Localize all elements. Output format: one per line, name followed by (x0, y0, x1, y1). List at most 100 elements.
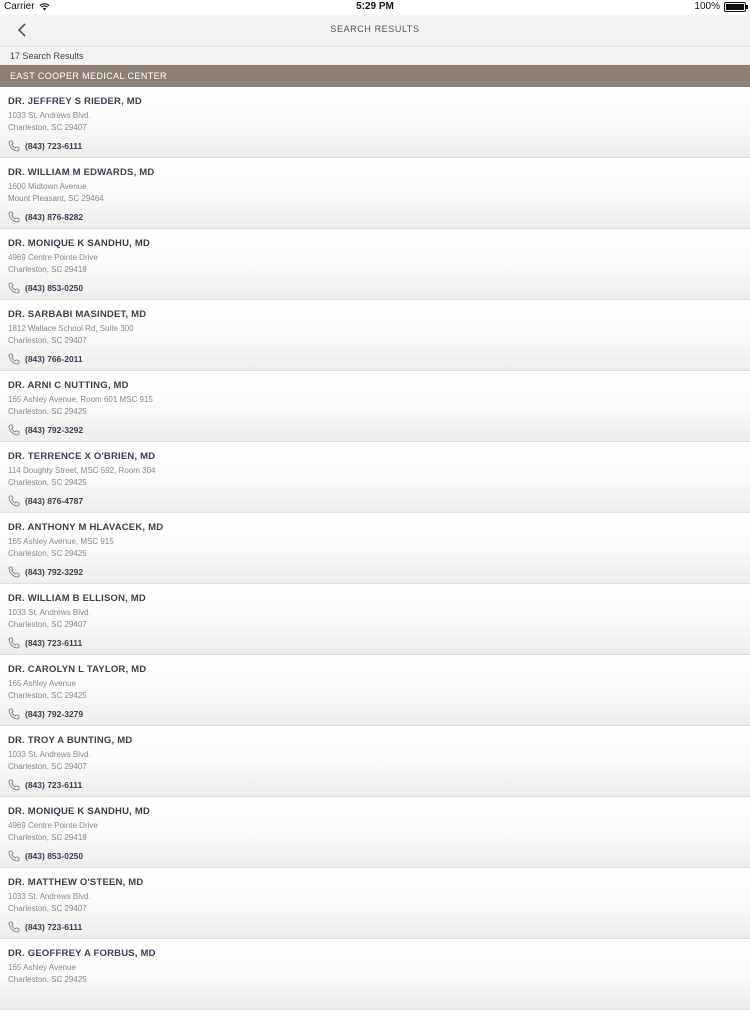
doctor-address-line1: 4969 Centre Pointe Drive (8, 253, 98, 262)
doctor-phone: (843) 792-3279 (25, 709, 84, 719)
doctor-phone: (843) 766-2011 (25, 354, 83, 364)
doctor-address-line2: Charleston, SC 29425 (8, 407, 87, 416)
doctor-address: 4969 Centre Pointe Drive Charleston, SC … (8, 820, 742, 844)
doctor-phone: (843) 723-6111 (25, 141, 83, 151)
doctor-address-line2: Charleston, SC 29407 (8, 904, 87, 913)
doctor-address-line1: 1812 Wallace School Rd, Suite 300 (8, 324, 134, 333)
phone-row[interactable]: (843) 723-6111 (8, 637, 742, 649)
phone-row[interactable]: (843) 853-0250 (8, 850, 742, 862)
phone-row[interactable]: (843) 853-0250 (8, 282, 742, 294)
doctor-name: DR. ARNI C NUTTING, MD (8, 380, 129, 391)
doctor-address-line1: 165 Ashley Avenue, MSC 915 (8, 537, 114, 546)
doctor-list-item[interactable]: DR. MONIQUE K SANDHU, MD 4969 Centre Poi… (0, 797, 750, 868)
doctor-address: 1812 Wallace School Rd, Suite 300 Charle… (8, 323, 742, 347)
doctor-address-line1: 165 Ashley Avenue (8, 679, 76, 688)
doctor-address-line1: 1033 St. Andrews Blvd. (8, 608, 91, 617)
doctor-list-item[interactable]: DR. JEFFREY S RIEDER, MD 1033 St. Andrew… (0, 87, 750, 158)
doctor-address: 4969 Centre Pointe Drive Charleston, SC … (8, 252, 742, 276)
phone-row[interactable]: (843) 723-6111 (8, 921, 742, 933)
doctor-address: 165 Ashley Avenue, Room 601 MSC 915 Char… (8, 394, 742, 418)
doctor-address-line2: Mount Pleasant, SC 29464 (8, 194, 104, 203)
phone-icon (8, 850, 20, 862)
status-time: 5:29 PM (356, 1, 394, 12)
doctor-phone: (843) 876-4787 (25, 496, 84, 506)
doctor-address-line1: 165 Ashley Avenue, Room 601 MSC 915 (8, 395, 153, 404)
doctor-name: DR. JEFFREY S RIEDER, MD (8, 96, 142, 107)
doctor-address-line1: 114 Doughty Street, MSC 592, Room 304 (8, 466, 156, 475)
doctor-list-item[interactable]: DR. ARNI C NUTTING, MD 165 Ashley Avenue… (0, 371, 750, 442)
doctor-list-item[interactable]: DR. WILLIAM B ELLISON, MD 1033 St. Andre… (0, 584, 750, 655)
doctor-address-line2: Charleston, SC 29425 (8, 975, 87, 984)
doctor-list-item[interactable]: DR. MONIQUE K SANDHU, MD 4969 Centre Poi… (0, 229, 750, 300)
doctor-address-line2: Charleston, SC 29425 (8, 691, 87, 700)
phone-icon (8, 921, 20, 933)
doctor-name: DR. WILLIAM B ELLISON, MD (8, 593, 146, 604)
doctor-address: 165 Ashley Avenue, MSC 915 Charleston, S… (8, 536, 742, 560)
doctor-name: DR. SARBABI MASINDET, MD (8, 309, 147, 320)
doctor-list-item[interactable]: DR. WILLIAM M EDWARDS, MD 1600 Midtown A… (0, 158, 750, 229)
doctor-name: DR. TROY A BUNTING, MD (8, 735, 133, 746)
doctor-address: 1600 Midtown Avenue Mount Pleasant, SC 2… (8, 181, 742, 205)
phone-row[interactable]: (843) 723-6111 (8, 779, 742, 791)
doctor-phone: (843) 723-6111 (25, 922, 83, 932)
doctor-list-item[interactable]: DR. MATTHEW O'STEEN, MD 1033 St. Andrews… (0, 868, 750, 939)
doctor-phone: (843) 723-6111 (25, 638, 83, 648)
phone-row[interactable]: (843) 876-8282 (8, 211, 742, 223)
doctor-name: DR. MONIQUE K SANDHU, MD (8, 806, 151, 817)
phone-icon (8, 140, 20, 152)
doctor-name: DR. CAROLYN L TAYLOR, MD (8, 664, 147, 675)
doctor-phone: (843) 792-3292 (25, 567, 84, 577)
doctor-name: DR. WILLIAM M EDWARDS, MD (8, 167, 155, 178)
phone-icon (8, 353, 20, 365)
doctor-address-line2: Charleston, SC 29418 (8, 833, 87, 842)
doctor-name: DR. MONIQUE K SANDHU, MD (8, 238, 151, 249)
doctor-name: DR. GEOFFREY A FORBUS, MD (8, 948, 156, 959)
phone-row[interactable]: (843) 723-6111 (8, 140, 742, 152)
doctor-phone: (843) 792-3292 (25, 425, 84, 435)
doctor-address-line1: 165 Ashley Avenue (8, 963, 76, 972)
phone-icon (8, 495, 20, 507)
status-right: 100% (694, 1, 748, 12)
phone-icon (8, 779, 20, 791)
phone-icon (8, 211, 20, 223)
phone-row[interactable]: (843) 792-3279 (8, 708, 742, 720)
doctor-address-line1: 4969 Centre Pointe Drive (8, 821, 98, 830)
navigation-bar: SEARCH RESULTS (0, 14, 750, 47)
doctor-address-line2: Charleston, SC 29425 (8, 549, 87, 558)
phone-row[interactable]: (843) 792-3292 (8, 424, 742, 436)
doctor-list-item[interactable]: DR. CAROLYN L TAYLOR, MD 165 Ashley Aven… (0, 655, 750, 726)
page-title: SEARCH RESULTS (330, 24, 420, 34)
phone-icon (8, 708, 20, 720)
phone-row[interactable]: (843) 792-3292 (8, 566, 742, 578)
doctor-address-line1: 1033 St. Andrews Blvd. (8, 892, 91, 901)
doctor-address: 165 Ashley Avenue Charleston, SC 29425 (8, 962, 742, 986)
battery-icon (724, 1, 748, 12)
doctor-address: 1033 St. Andrews Blvd. Charleston, SC 29… (8, 749, 742, 773)
doctor-address: 1033 St. Andrews Blvd. Charleston, SC 29… (8, 110, 742, 134)
phone-row[interactable]: (843) 766-2011 (8, 353, 742, 365)
phone-row[interactable]: (843) 876-4787 (8, 495, 742, 507)
section-header: EAST COOPER MEDICAL CENTER (0, 65, 750, 87)
results-count: 17 Search Results (0, 47, 750, 65)
phone-icon (8, 566, 20, 578)
doctor-list-item[interactable]: DR. ANTHONY M HLAVACEK, MD 165 Ashley Av… (0, 513, 750, 584)
doctor-name: DR. TERRENCE X O'BRIEN, MD (8, 451, 156, 462)
doctor-address-line1: 1033 St. Andrews Blvd. (8, 111, 91, 120)
doctor-name: DR. MATTHEW O'STEEN, MD (8, 877, 144, 888)
doctor-name: DR. ANTHONY M HLAVACEK, MD (8, 522, 164, 533)
doctor-address-line2: Charleston, SC 29407 (8, 620, 87, 629)
doctor-list-item[interactable]: DR. TERRENCE X O'BRIEN, MD 114 Doughty S… (0, 442, 750, 513)
doctor-address-line1: 1033 St. Andrews Blvd. (8, 750, 91, 759)
doctor-list-item[interactable]: DR. GEOFFREY A FORBUS, MD 165 Ashley Ave… (0, 939, 750, 1010)
status-bar: Carrier 5:29 PM 100% (0, 0, 750, 14)
battery-percent: 100% (694, 1, 720, 12)
doctor-address: 1033 St. Andrews Blvd. Charleston, SC 29… (8, 891, 742, 915)
doctor-address-line2: Charleston, SC 29407 (8, 762, 87, 771)
doctor-address-line2: Charleston, SC 29407 (8, 336, 87, 345)
doctor-list-item[interactable]: DR. SARBABI MASINDET, MD 1812 Wallace Sc… (0, 300, 750, 371)
doctor-list-item[interactable]: DR. TROY A BUNTING, MD 1033 St. Andrews … (0, 726, 750, 797)
doctor-address-line2: Charleston, SC 29425 (8, 478, 87, 487)
doctor-phone: (843) 723-6111 (25, 780, 83, 790)
phone-icon (8, 424, 20, 436)
phone-icon (8, 637, 20, 649)
